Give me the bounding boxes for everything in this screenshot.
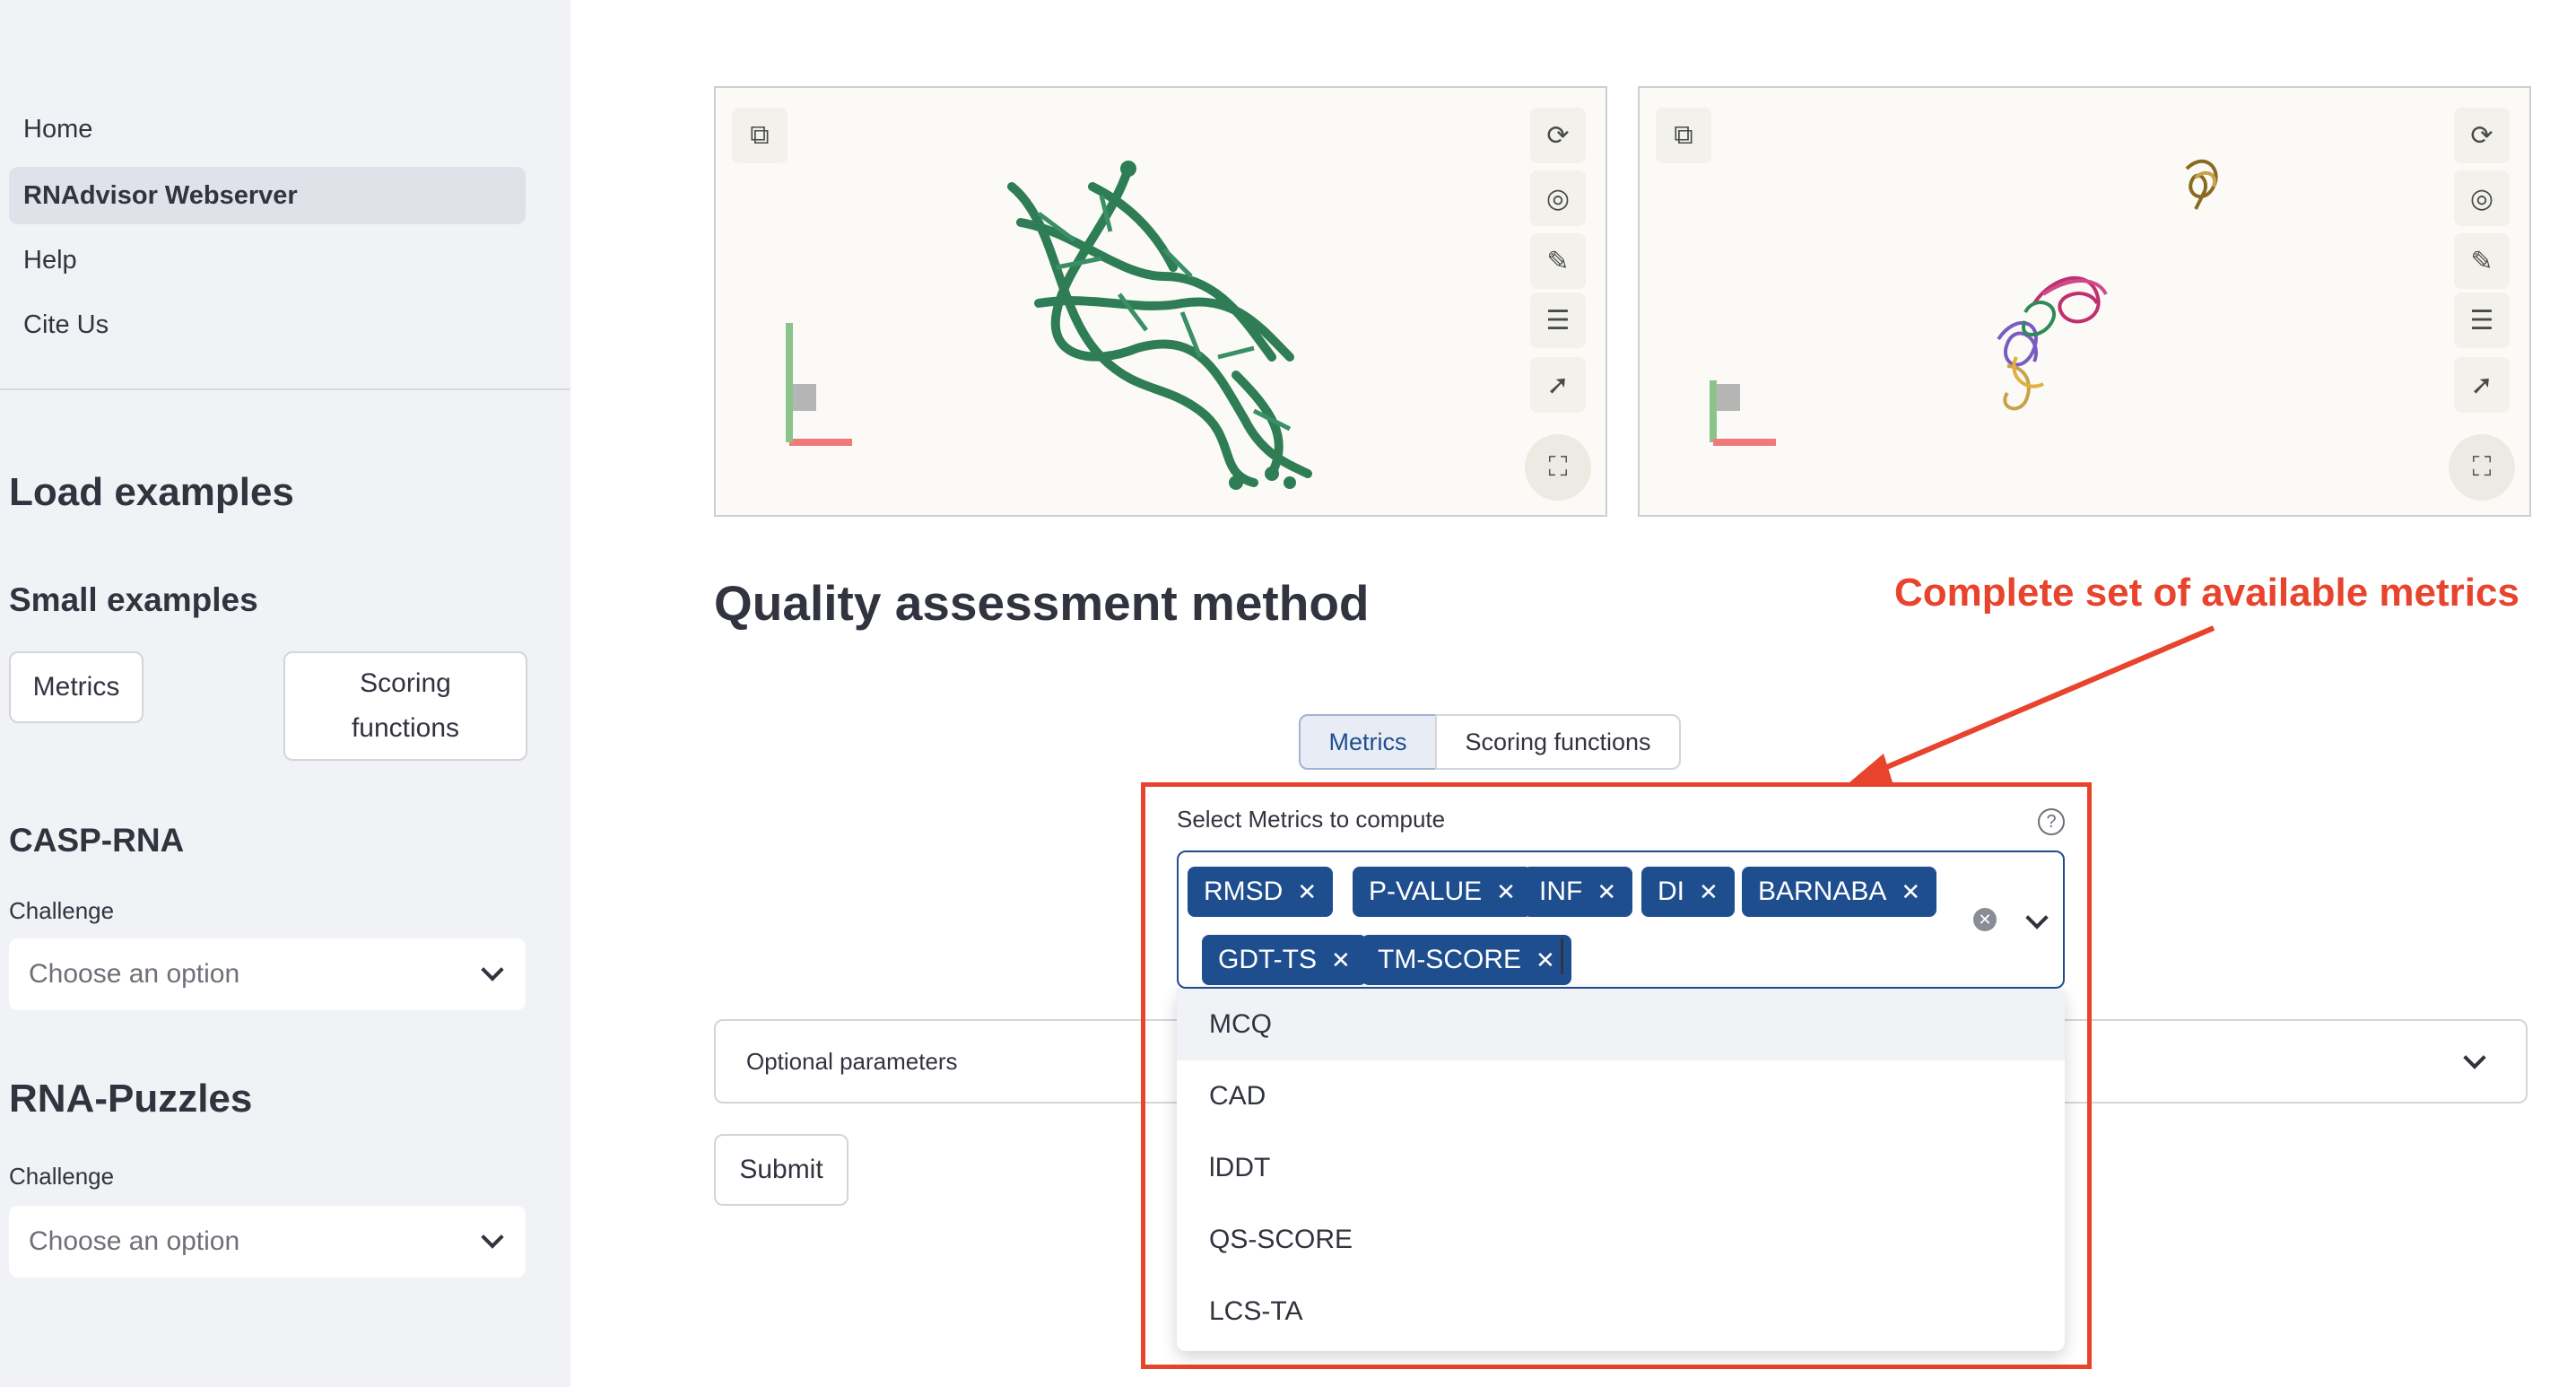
small-examples-title: Small examples bbox=[9, 581, 258, 618]
tag-label: BARNABA bbox=[1758, 877, 1887, 906]
metrics-example-button[interactable]: Metrics bbox=[9, 651, 144, 723]
casp-challenge-label: Challenge bbox=[9, 897, 115, 924]
remove-tag-icon[interactable]: ✕ bbox=[1699, 878, 1719, 905]
puzzles-challenge-placeholder: Choose an option bbox=[29, 1226, 240, 1256]
tag-gdt-ts[interactable]: GDT-TS ✕ bbox=[1202, 935, 1367, 985]
tag-label: GDT-TS bbox=[1218, 945, 1317, 974]
remove-tag-icon[interactable]: ✕ bbox=[1331, 946, 1351, 973]
wrench-icon[interactable]: ✎ bbox=[1530, 233, 1586, 289]
load-examples-title: Load examples bbox=[9, 470, 294, 514]
fullscreen-icon[interactable]: ⛶ bbox=[1525, 434, 1591, 501]
wrench-icon[interactable]: ✎ bbox=[2454, 233, 2510, 289]
tag-p-value[interactable]: P-VALUE ✕ bbox=[1353, 867, 1532, 917]
multiselect-label: Select Metrics to compute bbox=[1177, 806, 1446, 833]
tag-barnaba[interactable]: BARNABA ✕ bbox=[1742, 867, 1937, 917]
scoring-functions-example-button[interactable]: Scoring functions bbox=[283, 651, 527, 761]
rotate-icon[interactable]: ⟳ bbox=[1530, 108, 1586, 163]
tag-inf[interactable]: INF ✕ bbox=[1523, 867, 1633, 917]
rna-structure-right bbox=[1710, 159, 2218, 446]
rna-puzzles-title: RNA-Puzzles bbox=[9, 1077, 253, 1121]
tag-di[interactable]: DI ✕ bbox=[1641, 867, 1735, 917]
option-qs-score[interactable]: QS-SCORE bbox=[1177, 1204, 2065, 1276]
sidebar: Home RNAdvisor Webserver Help Cite Us Lo… bbox=[0, 0, 570, 1387]
sliders-icon[interactable]: ☰ bbox=[1530, 292, 1586, 348]
chevron-down-icon bbox=[481, 958, 504, 981]
tab-metrics[interactable]: Metrics bbox=[1299, 714, 1437, 770]
page-title: Quality assessment method bbox=[714, 575, 1370, 631]
text-caret bbox=[1561, 938, 1563, 974]
nav-help[interactable]: Help bbox=[9, 231, 526, 289]
remove-tag-icon[interactable]: ✕ bbox=[1297, 878, 1317, 905]
submit-button[interactable]: Submit bbox=[714, 1134, 849, 1206]
optional-parameters-label: Optional parameters bbox=[746, 1048, 958, 1075]
nav-rnadvisor-webserver[interactable]: RNAdvisor Webserver bbox=[9, 167, 526, 224]
annotation-text: Complete set of available metrics bbox=[1894, 571, 2519, 615]
tab-scoring-functions[interactable]: Scoring functions bbox=[1435, 714, 1681, 770]
rotate-icon[interactable]: ⟳ bbox=[2454, 108, 2510, 163]
tag-rmsd[interactable]: RMSD ✕ bbox=[1188, 867, 1334, 917]
puzzles-challenge-select[interactable]: Choose an option bbox=[9, 1206, 526, 1278]
fullscreen-icon[interactable]: ⛶ bbox=[2449, 434, 2515, 501]
chevron-down-icon bbox=[2463, 1046, 2486, 1069]
pointer-icon[interactable]: ➚ bbox=[2454, 357, 2510, 413]
sidebar-divider bbox=[0, 388, 570, 390]
nav-cite-us[interactable]: Cite Us bbox=[9, 296, 526, 353]
animation-icon[interactable]: ⧉ bbox=[1656, 108, 1711, 163]
casp-challenge-select[interactable]: Choose an option bbox=[9, 938, 526, 1010]
nav-home[interactable]: Home bbox=[9, 100, 526, 158]
camera-icon[interactable]: ◎ bbox=[2454, 170, 2510, 226]
help-icon[interactable]: ? bbox=[2038, 808, 2065, 835]
camera-icon[interactable]: ◎ bbox=[1530, 170, 1586, 226]
structure-viewer-left[interactable]: ⧉ ⟳ ◎ ✎ ☰ ➚ ⛶ bbox=[714, 86, 1607, 517]
tag-label: TM-SCORE bbox=[1378, 945, 1521, 974]
option-lcs-ta[interactable]: LCS-TA bbox=[1177, 1276, 2065, 1348]
chevron-down-icon bbox=[481, 1226, 504, 1249]
sliders-icon[interactable]: ☰ bbox=[2454, 292, 2510, 348]
casp-challenge-placeholder: Choose an option bbox=[29, 959, 240, 989]
tag-label: DI bbox=[1658, 877, 1684, 906]
option-mcq[interactable]: MCQ bbox=[1177, 989, 2065, 1060]
animation-icon[interactable]: ⧉ bbox=[732, 108, 788, 163]
structure-viewer-right[interactable]: ⧉ ⟳ ◎ ✎ ☰ ➚ ⛶ bbox=[1638, 86, 2531, 517]
remove-tag-icon[interactable]: ✕ bbox=[1536, 946, 1555, 973]
rna-structure-left bbox=[786, 161, 1312, 490]
clear-icon[interactable]: ✕ bbox=[1973, 908, 1997, 931]
tag-label: INF bbox=[1539, 877, 1583, 906]
tag-label: P-VALUE bbox=[1369, 877, 1483, 906]
tag-tm-score[interactable]: TM-SCORE ✕ bbox=[1362, 935, 1571, 985]
pointer-icon[interactable]: ➚ bbox=[1530, 357, 1586, 413]
casp-rna-title: CASP-RNA bbox=[9, 822, 185, 859]
remove-tag-icon[interactable]: ✕ bbox=[1901, 878, 1920, 905]
tag-label: RMSD bbox=[1204, 877, 1284, 906]
option-lddt[interactable]: lDDT bbox=[1177, 1132, 2065, 1204]
remove-tag-icon[interactable]: ✕ bbox=[1496, 878, 1516, 905]
puzzles-challenge-label: Challenge bbox=[9, 1163, 115, 1190]
remove-tag-icon[interactable]: ✕ bbox=[1597, 878, 1616, 905]
metrics-dropdown: MCQ CAD lDDT QS-SCORE LCS-TA bbox=[1177, 989, 2065, 1351]
option-cad[interactable]: CAD bbox=[1177, 1060, 2065, 1132]
